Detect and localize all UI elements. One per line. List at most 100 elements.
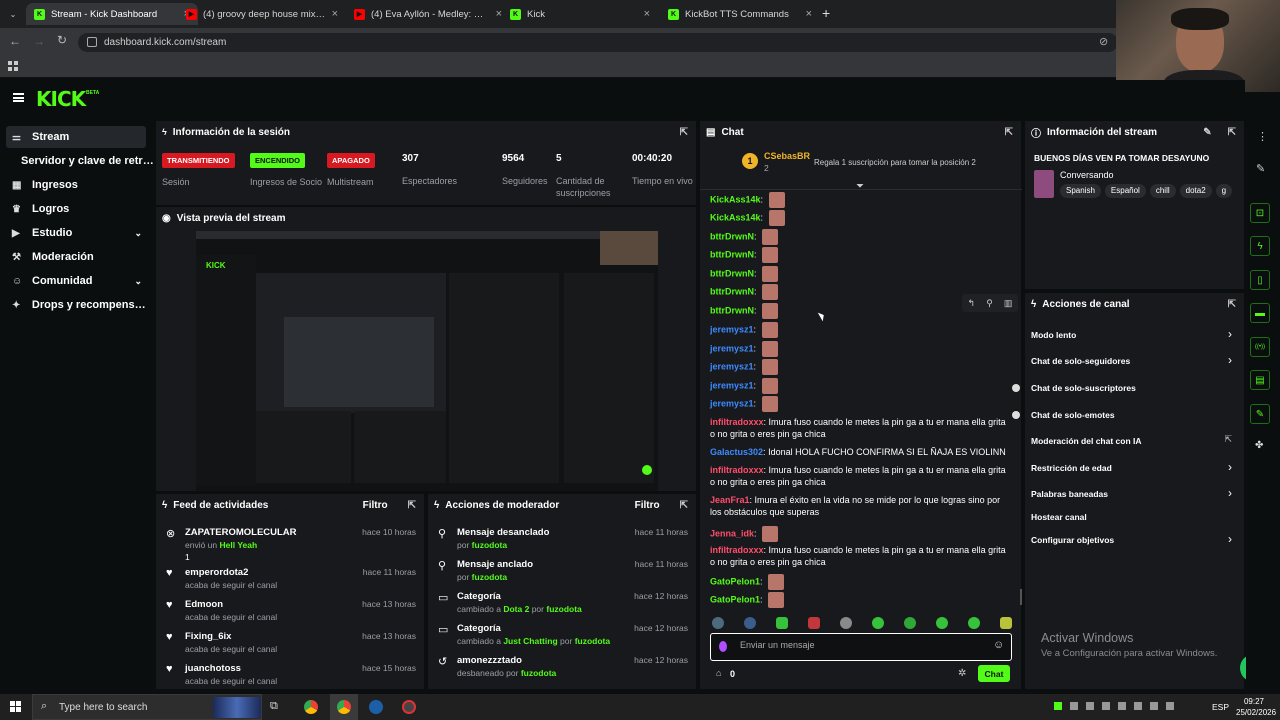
feed-username[interactable]: juanchotoss (185, 663, 241, 674)
popout-icon[interactable]: ⇱ (680, 127, 688, 138)
chat-message[interactable]: KickAss14k: (710, 210, 1010, 226)
list-item[interactable]: ⚲ Mensaje desanclado por fuzodota hace 11 h… (428, 524, 698, 554)
popout-icon[interactable]: ⇱ (1228, 299, 1236, 310)
external-link-icon[interactable]: ⇱ (1224, 434, 1232, 445)
settings-cluster-icon[interactable]: ✤ (1255, 440, 1263, 451)
wrench-icon[interactable]: ✎ (1250, 404, 1270, 424)
chevron-right-icon[interactable]: › (1228, 460, 1232, 474)
points-icon[interactable]: ⌂ (716, 668, 721, 678)
channel-action-item[interactable]: Moderación del chat con IA ⇱ (1025, 431, 1246, 451)
category-name[interactable]: Just Chatting (503, 636, 557, 646)
emote-icon[interactable] (872, 617, 884, 629)
channel-action-item[interactable]: Chat de solo-suscriptores (1025, 378, 1246, 398)
obs-icon[interactable] (402, 700, 416, 714)
pinned-username[interactable]: CSebasBR (764, 151, 810, 161)
emote-icon[interactable] (936, 617, 948, 629)
list-item[interactable]: ▭ Categoría cambiado a Just Chatting por f… (428, 620, 698, 650)
chat-message[interactable]: infiltradoxxx: Imura fuso cuando le mete… (710, 544, 1010, 568)
popout-icon[interactable]: ⇱ (1228, 127, 1236, 138)
chat-username[interactable]: Galactus302 (710, 447, 763, 457)
category-name[interactable]: Conversando (1060, 170, 1114, 180)
tray-icon[interactable] (1134, 702, 1142, 710)
chat-message[interactable]: infiltradoxxx: Imura fuso cuando le mete… (710, 464, 1010, 488)
popout-icon[interactable]: ⇱ (680, 500, 688, 511)
sidebar-item[interactable]: ♛ Logros (6, 198, 146, 220)
chat-username[interactable]: GatoPelon1 (710, 594, 760, 604)
chat-username[interactable]: jeremysz1 (710, 324, 754, 334)
mic-icon[interactable] (719, 641, 727, 652)
chat-username[interactable]: infiltradoxxx (710, 417, 764, 427)
tab-search-icon[interactable]: ⌄ (6, 7, 20, 21)
chevron-right-icon[interactable]: › (1228, 353, 1232, 367)
taskbar-search-box[interactable]: ⌕ Type here to search (32, 694, 262, 720)
channel-action-item[interactable]: Chat de solo-seguidores › (1025, 351, 1246, 371)
forward-icon[interactable]: → (33, 34, 45, 48)
tag-chip[interactable]: chill (1149, 184, 1176, 198)
emote-icon[interactable] (1000, 617, 1012, 629)
tab-close-icon[interactable]: × (332, 8, 338, 20)
browser-tab[interactable]: K Kick × (502, 3, 658, 25)
list-item[interactable]: ♥ Fixing_6ix acaba de seguir el canal hace … (156, 628, 426, 660)
chevron-right-icon[interactable]: › (1228, 532, 1232, 546)
windows-start-icon[interactable] (10, 701, 21, 712)
chat-username[interactable]: bttrDrwnN (710, 231, 754, 241)
channel-action-item[interactable]: Restricción de edad › (1025, 458, 1246, 478)
browser-tab[interactable]: K KickBot TTS Commands × (660, 3, 820, 25)
chat-username[interactable]: infiltradoxxx (710, 465, 764, 475)
emote-icon[interactable] (808, 617, 820, 629)
scroll-down-icon[interactable]: ⏷ (856, 181, 864, 192)
chat-scrollbar[interactable] (1020, 589, 1022, 605)
popout-icon[interactable]: ⇱ (1005, 127, 1013, 138)
send-chat-button[interactable]: Chat (978, 665, 1010, 682)
chat-username[interactable]: bttrDrwnN (710, 268, 754, 278)
hamburger-menu-icon[interactable] (13, 93, 24, 102)
tag-chip[interactable]: dota2 (1179, 184, 1212, 198)
chat-bubble-icon[interactable]: ▬ (1250, 303, 1270, 323)
back-icon[interactable]: ← (9, 34, 21, 48)
tray-icon[interactable] (1150, 702, 1158, 710)
tray-icon[interactable] (1070, 702, 1078, 710)
list-item[interactable]: ♥ Edmoon acaba de seguir el canal hace 13 h… (156, 596, 426, 628)
list-item[interactable]: ⊗ ZAPATEROMOLECULAR envió un Hell Yeah hace… (156, 524, 426, 562)
url-input[interactable]: dashboard.kick.com/stream (78, 33, 1118, 52)
emote-icon[interactable] (776, 617, 788, 629)
channel-action-item[interactable]: Configurar objetivos › (1025, 530, 1246, 550)
chat-username[interactable]: JeanFra1 (710, 495, 750, 505)
feed-username[interactable]: emperordota2 (185, 567, 248, 578)
moderator-name[interactable]: fuzodota (472, 572, 507, 582)
chat-settings-icon[interactable]: ✲ (958, 668, 966, 679)
feed-username[interactable]: Fixing_6ix (185, 631, 231, 642)
steam-icon[interactable] (369, 700, 383, 714)
channel-action-item[interactable]: Hostear canal (1025, 507, 1246, 527)
category-name[interactable]: Dota 2 (503, 604, 529, 614)
filter-button[interactable]: Filtro (363, 500, 388, 511)
list-item[interactable]: ♥ juanchotoss acaba de seguir el canal hace… (156, 660, 426, 692)
sidebar-item[interactable]: Servidor y clave de retransmisión (6, 150, 156, 172)
emote-icon[interactable] (744, 617, 756, 629)
chevron-down-icon[interactable]: ⌄ (134, 228, 142, 239)
language-indicator[interactable]: ESP (1212, 702, 1229, 712)
chat-username[interactable]: jeremysz1 (710, 380, 754, 390)
task-view-icon[interactable]: ⧉ (270, 700, 278, 713)
browser-tab[interactable]: ▶ (4) groovy deep house mix sesi × (178, 3, 346, 25)
clock[interactable]: 09:27 25/02/2026 (1236, 696, 1276, 718)
chat-message[interactable]: jeremysz1: (710, 341, 1010, 357)
chat-username[interactable]: jeremysz1 (710, 361, 754, 371)
chat-message[interactable]: Galactus302: Idonal HOLA FUCHO CONFIRMA … (710, 446, 1010, 458)
sidebar-item[interactable]: ⚒ Moderación (6, 246, 146, 268)
bolt-icon[interactable]: ϟ (1250, 236, 1270, 256)
tray-icon[interactable] (1166, 702, 1174, 710)
emote-icon[interactable] (968, 617, 980, 629)
channel-action-item[interactable]: Chat de solo-emotes (1025, 405, 1246, 425)
chat-message[interactable]: jeremysz1: (710, 378, 1010, 394)
taskbar-active-app[interactable] (330, 694, 358, 720)
chat-username[interactable]: GatoPelon1 (710, 576, 760, 586)
emote-icon[interactable] (840, 617, 852, 629)
tag-chip[interactable]: Spanish (1060, 184, 1101, 198)
tray-icon[interactable] (1086, 702, 1094, 710)
tab-close-icon[interactable]: × (806, 8, 812, 20)
chat-username[interactable]: KickAss14k (710, 212, 761, 222)
list-item[interactable]: ♥ emperordota2 acaba de seguir el canal hac… (156, 564, 426, 596)
chat-message[interactable]: GatoPelon1: (710, 592, 1010, 608)
tray-icon[interactable] (1118, 702, 1126, 710)
